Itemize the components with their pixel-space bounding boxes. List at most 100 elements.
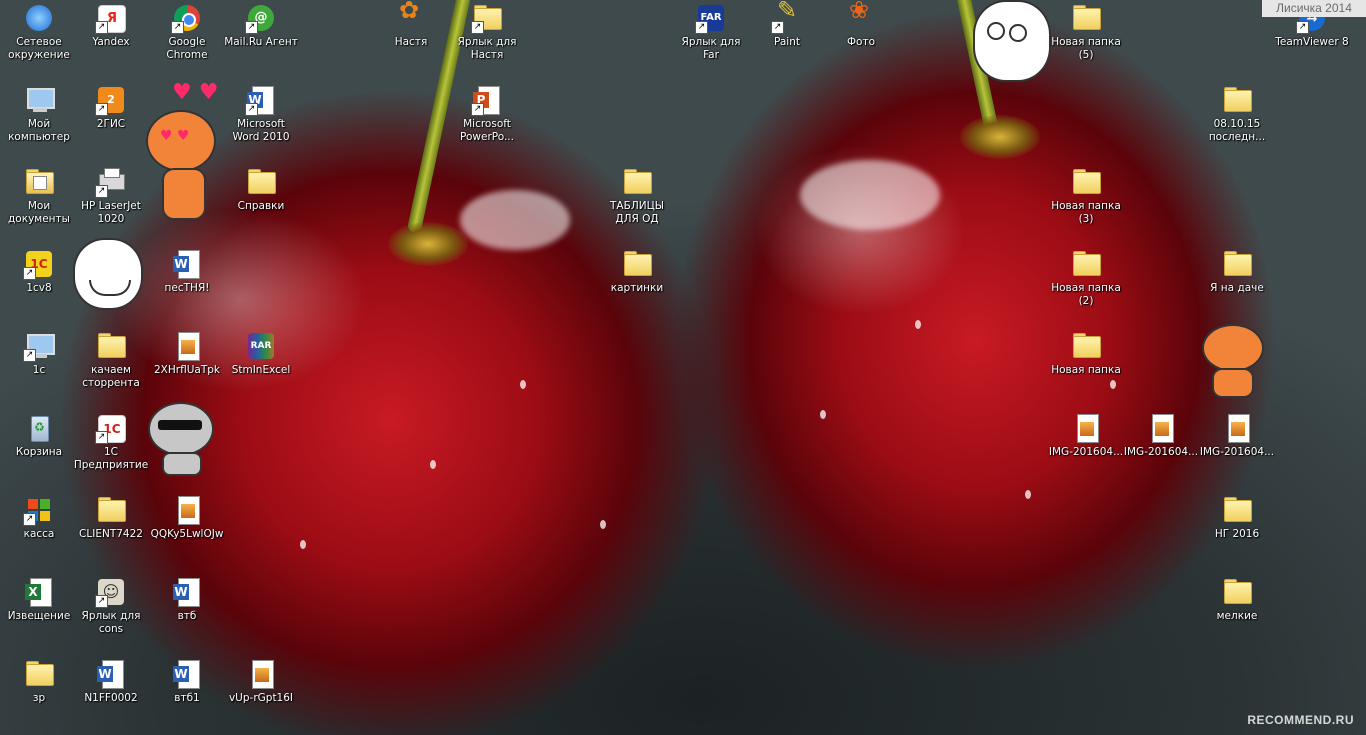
- cat-sunglasses-sticker: [144, 398, 228, 476]
- shortcut-arrow-icon: ↗: [171, 21, 184, 34]
- shortcut-arrow-icon: ↗: [95, 431, 108, 444]
- desktop-icon-label: Корзина: [15, 446, 63, 458]
- desktop-icon-folder-date[interactable]: 08.10.15 последн...: [1198, 84, 1276, 144]
- desktop-icon-yandex[interactable]: Я ↗ Yandex: [72, 2, 150, 49]
- desktop-icon-new-folder-5[interactable]: Новая папка (5): [1047, 2, 1125, 62]
- folder-icon: [621, 248, 653, 280]
- mydocs-icon: [23, 166, 55, 198]
- desktop-icon-spravki[interactable]: Справки: [222, 166, 300, 213]
- desktop-icon-far[interactable]: FAR ↗ Ярлык для Far: [672, 2, 750, 62]
- desktop-icon-img-2xhr[interactable]: 2XHrflUaTpk: [148, 330, 226, 377]
- desktop-icon-cons[interactable]: ☺ ↗ Ярлык для cons: [72, 576, 150, 636]
- shortcut-arrow-icon: ↗: [23, 267, 36, 280]
- desktop-icon-tablicy[interactable]: ТАБЛИЦЫ ДЛЯ ОД: [598, 166, 676, 226]
- paint-icon: ✎ ↗: [771, 0, 803, 34]
- desktop-icon-izveshenie[interactable]: X Извещение: [0, 576, 78, 623]
- water-drop: [430, 460, 436, 469]
- desktop-icon-foto[interactable]: ❀ Фото: [822, 0, 900, 49]
- desktop-icon-label: Извещение: [7, 610, 71, 622]
- desktop-icon-img-3[interactable]: IMG-201604...: [1198, 412, 1276, 459]
- network-icon: [23, 2, 55, 34]
- desktop-icon-label: Ярлык для Настя: [457, 36, 517, 61]
- image-icon: [1070, 412, 1102, 444]
- desktop-icon-ya-na-dache[interactable]: Я на даче: [1198, 248, 1276, 295]
- desktop-icon-label: StmInExcel: [231, 364, 291, 376]
- desktop-icon-label: зр: [32, 692, 46, 704]
- desktop-icon-qqky[interactable]: QQKy5LwlOJw: [148, 494, 226, 541]
- desktop-icon-ng2016[interactable]: НГ 2016: [1198, 494, 1276, 541]
- desktop-icon-label: Mail.Ru Агент: [224, 36, 298, 48]
- desktop-icon-new-folder-3[interactable]: Новая папка (3): [1047, 166, 1125, 226]
- desktop-icon-stmin[interactable]: RAR StmInExcel: [222, 330, 300, 377]
- desktop-icon-label: Новая папка (3): [1051, 200, 1121, 225]
- desktop-icon-shortcut-nastya[interactable]: ↗ Ярлык для Настя: [448, 2, 526, 62]
- shortcut-arrow-icon: ↗: [95, 595, 108, 608]
- desktop-icon-2gis[interactable]: 2 ↗ 2ГИС: [72, 84, 150, 131]
- shortcut-arrow-icon: ↗: [95, 185, 108, 198]
- desktop-icon-mailru[interactable]: @ ↗ Mail.Ru Агент: [222, 2, 300, 49]
- desktop-icon-label: 08.10.15 последн...: [1208, 118, 1266, 143]
- desktop-icon-img-2[interactable]: IMG-201604...: [1122, 412, 1200, 459]
- desktop-icon-recycle[interactable]: ♻ Корзина: [0, 412, 78, 459]
- desktop-icon-n1ff[interactable]: W N1FF0002: [72, 658, 150, 705]
- folder-icon: [1221, 576, 1253, 608]
- watermark-top: Лисичка 2014: [1262, 0, 1366, 17]
- desktop-icon-label: песТНЯ!: [164, 282, 210, 294]
- powerpoint-icon: P ↗: [471, 84, 503, 116]
- desktop-icon-new-folder[interactable]: Новая папка: [1047, 330, 1125, 377]
- shortcut-arrow-icon: ↗: [471, 21, 484, 34]
- desktop-icon-client[interactable]: CLIENT7422: [72, 494, 150, 541]
- desktop-icon-label: Новая папка (5): [1051, 36, 1121, 61]
- desktop-icon-kachaem[interactable]: качаем сторрента: [72, 330, 150, 390]
- desktop-icon-label: Я на даче: [1210, 282, 1264, 294]
- cherry-shine-right: [800, 160, 940, 230]
- desktop-icon-label: картинки: [610, 282, 664, 294]
- desktop-icon-kartinki[interactable]: картинки: [598, 248, 676, 295]
- desktop-icon-zr[interactable]: зр: [0, 658, 78, 705]
- desktop-icon-vtb[interactable]: Wвтб: [148, 576, 226, 623]
- desktop-icon-powerpoint[interactable]: P ↗ Microsoft PowerPo...: [448, 84, 526, 144]
- desktop-icon-my-computer[interactable]: Мой компьютер: [0, 84, 78, 144]
- butterfly-icon: ✿: [399, 0, 420, 24]
- image-icon: [171, 330, 203, 362]
- desktop-icon-1c-enterprise[interactable]: 1С ↗ 1С Предприятие: [72, 412, 150, 472]
- rar-icon: RAR: [245, 330, 277, 362]
- desktop-icon-label: Фото: [846, 36, 875, 48]
- folder-icon: [1070, 248, 1102, 280]
- folder-icon: ↗: [471, 2, 503, 34]
- desktop-icon-kassa[interactable]: ↗ касса: [0, 494, 78, 541]
- desktop-icon-1cv8[interactable]: 1С ↗ 1cv8: [0, 248, 78, 295]
- folder-icon: [95, 330, 127, 362]
- desktop-icon-hp-printer[interactable]: ↗ HP LaserJet 1020: [72, 166, 150, 226]
- desktop-icon-label: Google Chrome: [166, 36, 208, 61]
- desktop-icon-label: 1cv8: [26, 282, 52, 294]
- desktop-icon-my-documents[interactable]: Мои документы: [0, 166, 78, 226]
- desktop-icon-word2010[interactable]: W ↗ Microsoft Word 2010: [222, 84, 300, 144]
- excel-icon: X: [23, 576, 55, 608]
- watermark-bottom: RECOMMEND.RU: [1247, 713, 1354, 727]
- shortcut-arrow-icon: ↗: [471, 103, 484, 116]
- desktop-icon-vtb1[interactable]: Wвтб1: [148, 658, 226, 705]
- desktop-icon-label: НГ 2016: [1214, 528, 1260, 540]
- desktop-icon-label: касса: [23, 528, 55, 540]
- desktop-icon-chrome[interactable]: ↗ Google Chrome: [148, 2, 226, 62]
- desktop-icon-label: Мои документы: [8, 200, 70, 225]
- desktop-icon-img-1[interactable]: IMG-201604...: [1047, 412, 1125, 459]
- desktop-icon-label: IMG-201604...: [1048, 446, 1124, 458]
- desktop-icon-label: 1с: [32, 364, 46, 376]
- desktop-icon-network[interactable]: Сетевое окружение: [0, 2, 78, 62]
- folder-icon: [1221, 248, 1253, 280]
- desktop-icon-vup[interactable]: vUp-rGpt16I: [222, 658, 300, 705]
- desktop-icon-1c[interactable]: ↗ 1с: [0, 330, 78, 377]
- desktop-icon-paint[interactable]: ✎ ↗ Paint: [748, 0, 826, 49]
- recycle-icon: ♻: [23, 412, 55, 444]
- desktop-icon-melkie[interactable]: мелкие: [1198, 576, 1276, 623]
- desktop-icon-nastya[interactable]: ✿ Настя: [372, 0, 450, 49]
- desktop-icon-label: QQKy5LwlOJw: [150, 528, 224, 540]
- computer-icon: [23, 84, 55, 116]
- folder-icon: [95, 494, 127, 526]
- yandex-icon: Я ↗: [95, 2, 127, 34]
- desktop-icon-new-folder-2[interactable]: Новая папка (2): [1047, 248, 1125, 308]
- desktop-icon-label: 2XHrflUaTpk: [154, 364, 220, 376]
- desktop-icon-pesnya[interactable]: WпесТНЯ!: [148, 248, 226, 295]
